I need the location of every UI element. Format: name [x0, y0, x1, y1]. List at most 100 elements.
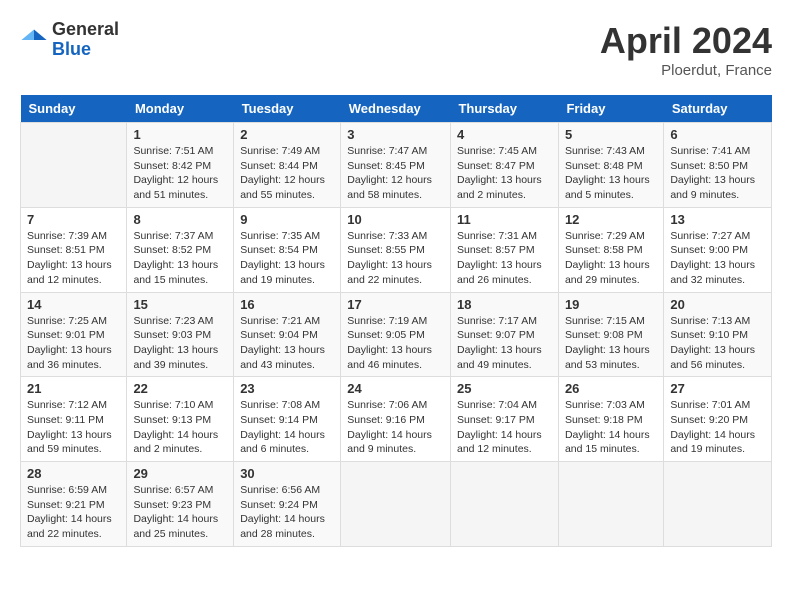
month-title: April 2024: [600, 20, 772, 62]
day-cell: 15Sunrise: 7:23 AMSunset: 9:03 PMDayligh…: [127, 292, 234, 377]
day-info: Sunrise: 7:37 AMSunset: 8:52 PMDaylight:…: [133, 229, 227, 288]
day-number: 9: [240, 212, 334, 227]
day-info: Sunrise: 7:29 AMSunset: 8:58 PMDaylight:…: [565, 229, 657, 288]
week-row-3: 21 Sunrise: 7:12 AMSunset: 9:11 PMDayligh…: [21, 377, 772, 462]
day-number: 1: [133, 127, 227, 142]
day-number: 29: [133, 466, 227, 481]
day-cell: 23 Sunrise: 7:08 AMSunset: 9:14 PMDayligh…: [234, 377, 341, 462]
day-cell: 30 Sunrise: 6:56 AMSunset: 9:24 PMDayligh…: [234, 462, 341, 547]
day-cell: 9 Sunrise: 7:35 AMSunset: 8:54 PMDaylight…: [234, 207, 341, 292]
day-info: Sunrise: 7:41 AMSunset: 8:50 PMDaylight:…: [670, 144, 765, 203]
day-number: 14: [27, 297, 120, 312]
day-number: 24: [347, 381, 444, 396]
day-number: 2: [240, 127, 334, 142]
day-info: Sunrise: 7:19 AMSunset: 9:05 PMDaylight:…: [347, 314, 444, 373]
week-row-2: 14 Sunrise: 7:25 AMSunset: 9:01 PMDayligh…: [21, 292, 772, 377]
day-cell: 18 Sunrise: 7:17 AMSunset: 9:07 PMDayligh…: [450, 292, 558, 377]
day-cell: 24 Sunrise: 7:06 AMSunset: 9:16 PMDayligh…: [341, 377, 451, 462]
day-cell: 27Sunrise: 7:01 AMSunset: 9:20 PMDayligh…: [664, 377, 772, 462]
day-info: Sunrise: 6:56 AMSunset: 9:24 PMDaylight:…: [240, 483, 334, 542]
week-row-4: 28Sunrise: 6:59 AMSunset: 9:21 PMDayligh…: [21, 462, 772, 547]
day-number: 4: [457, 127, 552, 142]
day-cell: 25 Sunrise: 7:04 AMSunset: 9:17 PMDayligh…: [450, 377, 558, 462]
day-cell: 5Sunrise: 7:43 AMSunset: 8:48 PMDaylight…: [558, 123, 663, 208]
header-day-thursday: Thursday: [450, 95, 558, 123]
day-cell: [341, 462, 451, 547]
day-number: 28: [27, 466, 120, 481]
day-info: Sunrise: 7:45 AMSunset: 8:47 PMDaylight:…: [457, 144, 552, 203]
header-day-tuesday: Tuesday: [234, 95, 341, 123]
day-number: 26: [565, 381, 657, 396]
week-row-0: 1Sunrise: 7:51 AMSunset: 8:42 PMDaylight…: [21, 123, 772, 208]
day-number: 7: [27, 212, 120, 227]
day-info: Sunrise: 7:47 AMSunset: 8:45 PMDaylight:…: [347, 144, 444, 203]
day-info: Sunrise: 7:04 AMSunset: 9:17 PMDaylight:…: [457, 398, 552, 457]
logo-icon: [20, 26, 48, 54]
day-cell: 26 Sunrise: 7:03 AMSunset: 9:18 PMDayligh…: [558, 377, 663, 462]
day-number: 17: [347, 297, 444, 312]
day-cell: 16 Sunrise: 7:21 AMSunset: 9:04 PMDayligh…: [234, 292, 341, 377]
day-info: Sunrise: 7:49 AMSunset: 8:44 PMDaylight:…: [240, 144, 334, 203]
day-cell: 17 Sunrise: 7:19 AMSunset: 9:05 PMDayligh…: [341, 292, 451, 377]
logo: General Blue: [20, 20, 119, 60]
day-cell: 11 Sunrise: 7:31 AMSunset: 8:57 PMDayligh…: [450, 207, 558, 292]
day-cell: 6 Sunrise: 7:41 AMSunset: 8:50 PMDaylight…: [664, 123, 772, 208]
day-number: 27: [670, 381, 765, 396]
day-cell: 8 Sunrise: 7:37 AMSunset: 8:52 PMDaylight…: [127, 207, 234, 292]
day-number: 18: [457, 297, 552, 312]
day-cell: 3 Sunrise: 7:47 AMSunset: 8:45 PMDaylight…: [341, 123, 451, 208]
day-number: 3: [347, 127, 444, 142]
day-cell: [664, 462, 772, 547]
day-cell: [21, 123, 127, 208]
day-cell: 20Sunrise: 7:13 AMSunset: 9:10 PMDayligh…: [664, 292, 772, 377]
logo-general-text: General: [52, 20, 119, 40]
logo-blue-text: Blue: [52, 40, 119, 60]
day-cell: [450, 462, 558, 547]
day-number: 23: [240, 381, 334, 396]
day-cell: 28Sunrise: 6:59 AMSunset: 9:21 PMDayligh…: [21, 462, 127, 547]
header-day-sunday: Sunday: [21, 95, 127, 123]
logo-text: General Blue: [52, 20, 119, 60]
day-cell: 21 Sunrise: 7:12 AMSunset: 9:11 PMDayligh…: [21, 377, 127, 462]
day-number: 8: [133, 212, 227, 227]
day-info: Sunrise: 7:25 AMSunset: 9:01 PMDaylight:…: [27, 314, 120, 373]
day-cell: 2 Sunrise: 7:49 AMSunset: 8:44 PMDaylight…: [234, 123, 341, 208]
header-row: SundayMondayTuesdayWednesdayThursdayFrid…: [21, 95, 772, 123]
day-cell: 1Sunrise: 7:51 AMSunset: 8:42 PMDaylight…: [127, 123, 234, 208]
day-info: Sunrise: 7:03 AMSunset: 9:18 PMDaylight:…: [565, 398, 657, 457]
day-cell: 19 Sunrise: 7:15 AMSunset: 9:08 PMDayligh…: [558, 292, 663, 377]
day-number: 6: [670, 127, 765, 142]
header-day-wednesday: Wednesday: [341, 95, 451, 123]
header-day-friday: Friday: [558, 95, 663, 123]
day-number: 25: [457, 381, 552, 396]
day-info: Sunrise: 7:06 AMSunset: 9:16 PMDaylight:…: [347, 398, 444, 457]
day-info: Sunrise: 7:39 AMSunset: 8:51 PMDaylight:…: [27, 229, 120, 288]
day-cell: 13Sunrise: 7:27 AMSunset: 9:00 PMDayligh…: [664, 207, 772, 292]
day-cell: [558, 462, 663, 547]
day-info: Sunrise: 7:35 AMSunset: 8:54 PMDaylight:…: [240, 229, 334, 288]
day-info: Sunrise: 7:31 AMSunset: 8:57 PMDaylight:…: [457, 229, 552, 288]
calendar-table: SundayMondayTuesdayWednesdayThursdayFrid…: [20, 95, 772, 547]
day-cell: 4 Sunrise: 7:45 AMSunset: 8:47 PMDaylight…: [450, 123, 558, 208]
day-number: 11: [457, 212, 552, 227]
day-info: Sunrise: 7:21 AMSunset: 9:04 PMDaylight:…: [240, 314, 334, 373]
day-info: Sunrise: 7:12 AMSunset: 9:11 PMDaylight:…: [27, 398, 120, 457]
day-number: 13: [670, 212, 765, 227]
day-info: Sunrise: 7:15 AMSunset: 9:08 PMDaylight:…: [565, 314, 657, 373]
day-cell: 14 Sunrise: 7:25 AMSunset: 9:01 PMDayligh…: [21, 292, 127, 377]
day-number: 12: [565, 212, 657, 227]
day-info: Sunrise: 7:10 AMSunset: 9:13 PMDaylight:…: [133, 398, 227, 457]
day-number: 10: [347, 212, 444, 227]
day-number: 21: [27, 381, 120, 396]
day-number: 30: [240, 466, 334, 481]
day-number: 16: [240, 297, 334, 312]
week-row-1: 7 Sunrise: 7:39 AMSunset: 8:51 PMDaylight…: [21, 207, 772, 292]
day-cell: 10Sunrise: 7:33 AMSunset: 8:55 PMDayligh…: [341, 207, 451, 292]
location: Ploerdut, France: [600, 62, 772, 79]
day-info: Sunrise: 6:57 AMSunset: 9:23 PMDaylight:…: [133, 483, 227, 542]
day-info: Sunrise: 7:08 AMSunset: 9:14 PMDaylight:…: [240, 398, 334, 457]
day-number: 19: [565, 297, 657, 312]
header-day-saturday: Saturday: [664, 95, 772, 123]
day-number: 5: [565, 127, 657, 142]
day-info: Sunrise: 7:17 AMSunset: 9:07 PMDaylight:…: [457, 314, 552, 373]
